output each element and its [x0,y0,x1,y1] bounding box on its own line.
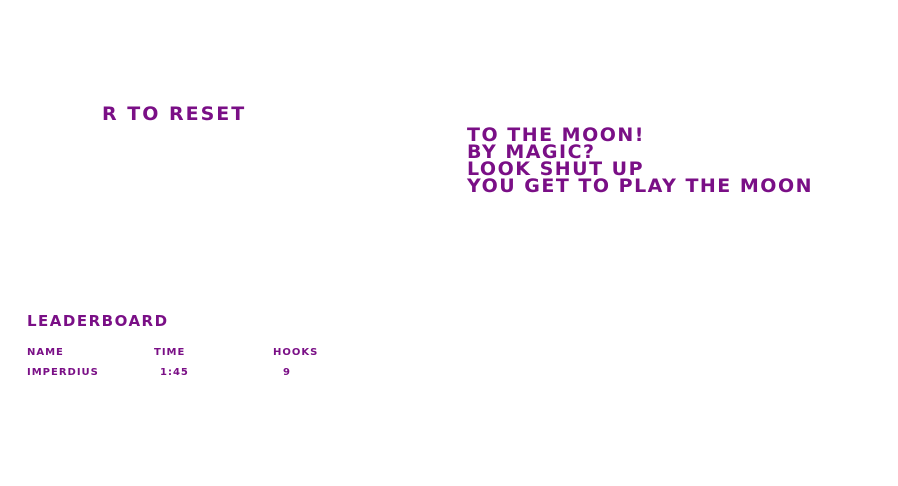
column-header-name: Name [27,347,64,358]
row-time: 1:45 [160,367,189,378]
reset-hint: R to reset [102,103,247,125]
column-header-hooks: Hooks [273,347,319,358]
leaderboard: Leaderboard Name Time Hooks Imperdius 1:… [27,312,357,386]
row-hooks: 9 [283,367,291,378]
column-header-time: Time [154,347,186,358]
row-name: Imperdius [27,367,99,378]
leaderboard-title: Leaderboard [27,312,169,330]
story-text: To the moon! by magic? look shut up you … [467,126,814,197]
leaderboard-header-row: Name Time Hooks [27,346,357,366]
story-line: you get to play the moon [467,175,814,197]
leaderboard-row: Imperdius 1:45 9 [27,366,357,386]
